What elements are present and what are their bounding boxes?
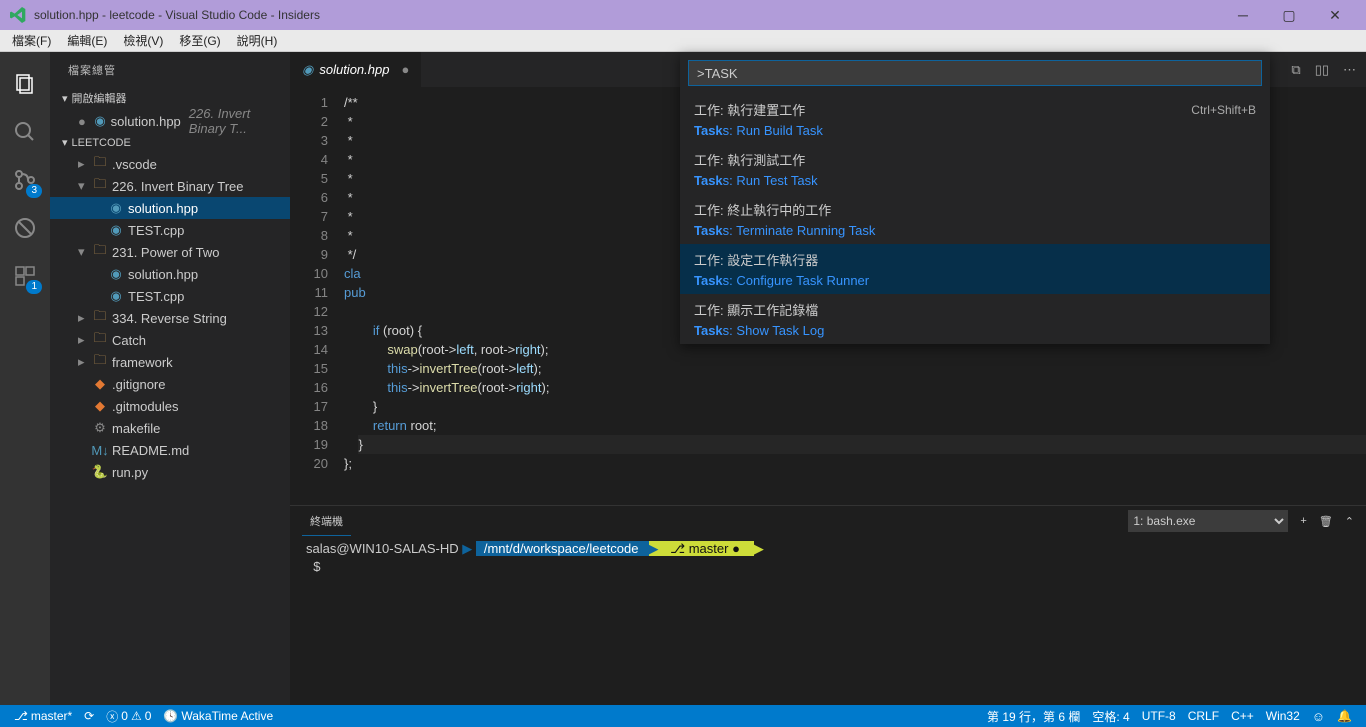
gear-icon: ⚙ xyxy=(92,420,108,436)
palette-item-sub: Tasks: Run Build Task xyxy=(680,121,1270,144)
tree-node[interactable]: ▸🗀framework xyxy=(50,351,290,373)
palette-item[interactable]: 工作: 執行測試工作 xyxy=(680,144,1270,171)
editor-area: ◉ solution.hpp ● ⧉ ▯▯ ⋯ 1234567891011121… xyxy=(290,52,1366,705)
palette-item-sub: Tasks: Terminate Running Task xyxy=(680,221,1270,244)
terminal-panel: 終端機 1: bash.exe + 🗑 ⌃ salas@WIN10-SALAS-… xyxy=(290,505,1366,705)
tree-node[interactable]: 🐍run.py xyxy=(50,461,290,483)
open-editor-item[interactable]: ● ◉ solution.hpp 226. Invert Binary T... xyxy=(50,110,290,132)
cpp-icon: ◉ xyxy=(108,266,124,282)
kill-terminal-icon[interactable]: 🗑 xyxy=(1319,515,1333,528)
debug-icon[interactable] xyxy=(0,204,50,252)
status-problems[interactable]: ⓧ 0 ⚠ 0 xyxy=(100,708,157,725)
menu-bar: 檔案(F) 編輯(E) 檢視(V) 移至(G) 說明(H) xyxy=(0,30,1366,52)
status-bar: ⎇ master* ⟳ ⓧ 0 ⚠ 0 🕓 WakaTime Active 第 … xyxy=(0,705,1366,727)
command-palette: 工作: 執行建置工作Ctrl+Shift+BTasks: Run Build T… xyxy=(680,52,1270,344)
tree-node[interactable]: ⚙makefile xyxy=(50,417,290,439)
tab-solution-hpp[interactable]: ◉ solution.hpp ● xyxy=(290,52,422,87)
terminal-select[interactable]: 1: bash.exe xyxy=(1128,510,1288,532)
palette-item-sub: Tasks: Show Task Log xyxy=(680,321,1270,344)
explorer-icon[interactable] xyxy=(0,60,50,108)
new-terminal-icon[interactable]: + xyxy=(1300,515,1306,527)
folder-icon: 🗀 xyxy=(92,175,108,197)
scm-icon[interactable]: 3 xyxy=(0,156,50,204)
line-gutter: 1234567891011121314151617181920 xyxy=(290,87,340,505)
menu-edit[interactable]: 編輯(E) xyxy=(59,30,115,51)
folder-icon: 🗀 xyxy=(92,307,108,329)
search-icon[interactable] xyxy=(0,108,50,156)
tree-node[interactable]: ▸🗀Catch xyxy=(50,329,290,351)
vscode-insiders-icon xyxy=(8,5,28,25)
tree-node[interactable]: ▸🗀.vscode xyxy=(50,153,290,175)
palette-item[interactable]: 工作: 設定工作執行器 xyxy=(680,244,1270,271)
palette-item[interactable]: 工作: 顯示工作記錄檔 xyxy=(680,294,1270,321)
tree-node[interactable]: ▸🗀334. Reverse String xyxy=(50,307,290,329)
maximize-panel-icon[interactable]: ⌃ xyxy=(1345,515,1354,528)
activity-bar: 3 1 xyxy=(0,52,50,705)
palette-item-sub: Tasks: Configure Task Runner xyxy=(680,271,1270,294)
palette-item[interactable]: 工作: 終止執行中的工作 xyxy=(680,194,1270,221)
cpp-icon: ◉ xyxy=(302,62,313,78)
folder-icon: 🗀 xyxy=(92,329,108,351)
status-branch[interactable]: ⎇ master* xyxy=(8,709,78,723)
tree-node[interactable]: ◉solution.hpp xyxy=(50,263,290,285)
status-wakatime[interactable]: 🕓 WakaTime Active xyxy=(157,709,279,723)
status-encoding[interactable]: UTF-8 xyxy=(1136,708,1182,725)
tree-node[interactable]: ◉solution.hpp xyxy=(50,197,290,219)
status-spaces[interactable]: 空格: 4 xyxy=(1086,708,1135,725)
cpp-icon: ◉ xyxy=(108,200,124,216)
workspace-section[interactable]: ▾LEETCODE xyxy=(50,132,290,153)
more-icon[interactable]: ⋯ xyxy=(1343,62,1356,78)
tree-node[interactable]: ▾🗀231. Power of Two xyxy=(50,241,290,263)
status-eol[interactable]: CRLF xyxy=(1182,708,1225,725)
status-feedback-icon[interactable]: ☺ xyxy=(1306,708,1331,725)
close-button[interactable]: ✕ xyxy=(1312,0,1358,30)
menu-goto[interactable]: 移至(G) xyxy=(171,30,228,51)
cpp-icon: ◉ xyxy=(94,113,107,129)
tree-node[interactable]: ◉TEST.cpp xyxy=(50,219,290,241)
cpp-icon: ◉ xyxy=(108,288,124,304)
sidebar: 檔案總管 ▾開啟編輯器 ● ◉ solution.hpp 226. Invert… xyxy=(50,52,290,705)
tree-node[interactable]: ▾🗀226. Invert Binary Tree xyxy=(50,175,290,197)
terminal-content[interactable]: salas@WIN10-SALAS-HD ▶ /mnt/d/workspace/… xyxy=(290,536,1366,705)
hash-icon: ◆ xyxy=(92,398,108,414)
sidebar-title: 檔案總管 xyxy=(50,52,290,86)
compare-icon[interactable]: ⧉ xyxy=(1291,62,1300,78)
tree-node[interactable]: ◆.gitmodules xyxy=(50,395,290,417)
status-sync[interactable]: ⟳ xyxy=(78,709,100,723)
tree-node[interactable]: M↓README.md xyxy=(50,439,290,461)
extensions-icon[interactable]: 1 xyxy=(0,252,50,300)
tab-dirty-icon: ● xyxy=(401,62,409,77)
menu-view[interactable]: 檢視(V) xyxy=(115,30,171,51)
maximize-button[interactable]: ▢ xyxy=(1266,0,1312,30)
palette-item-sub: Tasks: Run Test Task xyxy=(680,171,1270,194)
command-palette-input[interactable] xyxy=(688,60,1262,86)
minimize-button[interactable]: ─ xyxy=(1220,0,1266,30)
status-bell-icon[interactable]: 🔔 xyxy=(1331,708,1358,725)
md-icon: M↓ xyxy=(92,443,108,458)
folder-icon: 🗀 xyxy=(92,351,108,373)
folder-icon: 🗀 xyxy=(92,153,108,175)
menu-help[interactable]: 說明(H) xyxy=(229,30,286,51)
ext-badge: 1 xyxy=(26,280,42,294)
hash-icon: ◆ xyxy=(92,376,108,392)
menu-file[interactable]: 檔案(F) xyxy=(4,30,59,51)
title-bar: solution.hpp - leetcode - Visual Studio … xyxy=(0,0,1366,30)
status-position[interactable]: 第 19 行，第 6 欄 xyxy=(981,708,1086,725)
terminal-tab[interactable]: 終端機 xyxy=(302,507,351,536)
folder-icon: 🗀 xyxy=(92,241,108,263)
py-icon: 🐍 xyxy=(92,464,108,480)
palette-item[interactable]: 工作: 執行建置工作Ctrl+Shift+B xyxy=(680,94,1270,121)
status-platform[interactable]: Win32 xyxy=(1260,708,1306,725)
scm-badge: 3 xyxy=(26,184,42,198)
status-lang[interactable]: C++ xyxy=(1225,708,1260,725)
window-title: solution.hpp - leetcode - Visual Studio … xyxy=(34,8,1220,22)
tree-node[interactable]: ◉TEST.cpp xyxy=(50,285,290,307)
cpp-icon: ◉ xyxy=(108,222,124,238)
tree-node[interactable]: ◆.gitignore xyxy=(50,373,290,395)
split-editor-icon[interactable]: ▯▯ xyxy=(1315,62,1329,78)
